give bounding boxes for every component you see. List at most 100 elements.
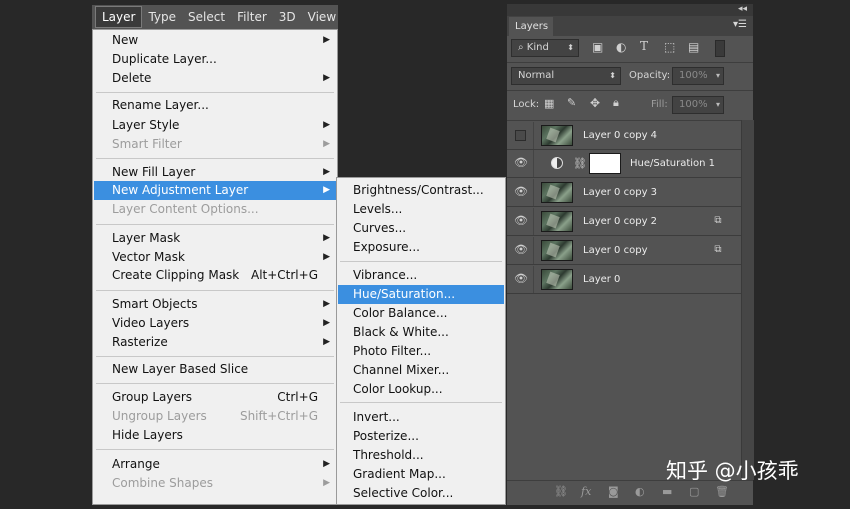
visibility-toggle-off[interactable] bbox=[515, 130, 526, 141]
layer-name[interactable]: Layer 0 copy 2 bbox=[583, 208, 657, 235]
layer-row[interactable]: 👁︎ Layer 0 copy 3 bbox=[507, 179, 741, 207]
layer-row[interactable]: Layer 0 copy 4 bbox=[507, 122, 741, 150]
layer-name[interactable]: Layer 0 copy 3 bbox=[583, 179, 657, 206]
menu-item-threshold[interactable]: Threshold... bbox=[338, 446, 504, 465]
menu-item-curves[interactable]: Curves... bbox=[338, 219, 504, 238]
layer-menu: New ▶ Duplicate Layer... Delete ▶ Rename L… bbox=[92, 29, 338, 505]
smart-object-filter-icon[interactable]: ▤ bbox=[688, 40, 699, 54]
collapse-icon[interactable]: ◂◂ bbox=[738, 4, 747, 14]
fx-icon[interactable]: fx bbox=[581, 485, 591, 498]
menu-item-channel-mixer[interactable]: Channel Mixer... bbox=[338, 361, 504, 380]
menu-item-new-layer-based-slice[interactable]: New Layer Based Slice bbox=[94, 360, 336, 379]
menu-filter[interactable]: Filter bbox=[231, 6, 273, 28]
menu-item-arrange[interactable]: Arrange ▶ bbox=[94, 455, 336, 474]
lock-all-icon[interactable]: 🔒︎ bbox=[613, 96, 619, 110]
menu-item-video-layers[interactable]: Video Layers ▶ bbox=[94, 314, 336, 333]
menu-item-label: Layer Style bbox=[112, 118, 180, 132]
search-icon: ⌕ bbox=[518, 42, 527, 53]
menu-item-new-fill-layer[interactable]: New Fill Layer ▶ bbox=[94, 163, 336, 182]
layer-row[interactable]: 👁︎ ⛓︎ Hue/Saturation 1 bbox=[507, 150, 741, 178]
eye-icon[interactable]: 👁︎ bbox=[513, 272, 529, 286]
layers-scrollbar[interactable] bbox=[741, 120, 754, 480]
lock-pixels-brush-icon[interactable]: ✎ bbox=[567, 96, 576, 109]
eye-icon[interactable]: 👁︎ bbox=[513, 214, 529, 228]
menu-item-color-balance[interactable]: Color Balance... bbox=[338, 304, 504, 323]
adjustment-filter-icon[interactable]: ◐ bbox=[616, 40, 626, 54]
menu-view[interactable]: View bbox=[302, 6, 338, 28]
menu-item-invert[interactable]: Invert... bbox=[338, 408, 504, 427]
menu-item-group-layers[interactable]: Group Layers Ctrl+G bbox=[94, 388, 336, 407]
menu-item-label: Layer Content Options... bbox=[112, 202, 259, 216]
menu-item-photo-filter[interactable]: Photo Filter... bbox=[338, 342, 504, 361]
menu-item-create-clipping-mask[interactable]: Create Clipping Mask Alt+Ctrl+G bbox=[94, 266, 336, 285]
divider bbox=[533, 122, 534, 149]
tab-layers[interactable]: Layers bbox=[509, 17, 553, 36]
menu-item-gradient-map[interactable]: Gradient Map... bbox=[338, 465, 504, 484]
menu-item-new[interactable]: New ▶ bbox=[94, 31, 336, 50]
menu-item-levels[interactable]: Levels... bbox=[338, 200, 504, 219]
menu-item-rename-layer[interactable]: Rename Layer... bbox=[94, 96, 336, 115]
menu-item-duplicate-layer[interactable]: Duplicate Layer... bbox=[94, 50, 336, 69]
smart-object-icon: ⧉ bbox=[714, 215, 722, 226]
filter-kind-value: Kind bbox=[526, 42, 549, 53]
adjustment-layer-icon bbox=[551, 157, 563, 169]
trash-icon[interactable]: 🗑︎ bbox=[715, 485, 729, 498]
lock-transparent-icon[interactable]: ▦ bbox=[544, 97, 554, 110]
new-layer-icon[interactable]: ▢ bbox=[689, 485, 699, 498]
submenu-arrow-icon: ▶ bbox=[323, 185, 330, 195]
layer-thumbnail bbox=[541, 125, 573, 146]
menu-item-label: Arrange bbox=[112, 457, 160, 471]
menu-item-new-adjustment-layer[interactable]: New Adjustment Layer ▶ bbox=[94, 181, 336, 200]
menu-separator bbox=[96, 290, 334, 291]
menu-item-black-white[interactable]: Black & White... bbox=[338, 323, 504, 342]
menu-separator bbox=[340, 402, 502, 403]
menu-3d[interactable]: 3D bbox=[273, 6, 302, 28]
blend-mode-select[interactable]: Normal ⬍ bbox=[511, 67, 621, 85]
layer-row[interactable]: 👁︎ Layer 0 copy 2 ⧉ bbox=[507, 208, 741, 236]
new-adjustment-icon[interactable]: ◐ bbox=[635, 485, 645, 498]
eye-icon[interactable]: 👁︎ bbox=[513, 185, 529, 199]
layer-name[interactable]: Hue/Saturation 1 bbox=[630, 150, 715, 177]
menu-select[interactable]: Select bbox=[182, 6, 231, 28]
opacity-field[interactable]: 100% ▾ bbox=[672, 67, 724, 85]
menu-item-brightness-contrast[interactable]: Brightness/Contrast... bbox=[338, 181, 504, 200]
menu-type[interactable]: Type bbox=[142, 6, 182, 28]
panel-menu-icon[interactable]: ▾☰ bbox=[733, 19, 747, 30]
layer-row[interactable]: 👁︎ Layer 0 bbox=[507, 266, 741, 294]
menu-item-smart-objects[interactable]: Smart Objects ▶ bbox=[94, 295, 336, 314]
filter-kind-select[interactable]: ⌕ Kind ⬍ bbox=[511, 39, 579, 57]
menu-item-label: Rasterize bbox=[112, 335, 168, 349]
pixel-filter-icon[interactable]: ▣ bbox=[592, 40, 603, 54]
menu-layer[interactable]: Layer bbox=[95, 6, 143, 28]
eye-icon[interactable]: 👁︎ bbox=[513, 156, 529, 170]
layer-row[interactable]: 👁︎ Layer 0 copy ⧉ bbox=[507, 237, 741, 265]
menu-item-posterize[interactable]: Posterize... bbox=[338, 427, 504, 446]
menu-item-hue-saturation[interactable]: Hue/Saturation... bbox=[338, 285, 504, 304]
shape-filter-icon[interactable]: ⬚ bbox=[664, 40, 675, 54]
menu-item-hide-layers[interactable]: Hide Layers bbox=[94, 426, 336, 445]
menu-item-exposure[interactable]: Exposure... bbox=[338, 238, 504, 257]
menu-item-vibrance[interactable]: Vibrance... bbox=[338, 266, 504, 285]
fill-field[interactable]: 100% ▾ bbox=[672, 96, 724, 114]
divider bbox=[507, 62, 753, 63]
menu-item-rasterize[interactable]: Rasterize ▶ bbox=[94, 333, 336, 352]
type-filter-icon[interactable]: T bbox=[640, 39, 648, 53]
menu-item-layer-style[interactable]: Layer Style ▶ bbox=[94, 116, 336, 135]
submenu-arrow-icon: ▶ bbox=[323, 233, 330, 243]
new-group-folder-icon[interactable]: ▬ bbox=[662, 485, 672, 498]
menu-item-layer-mask[interactable]: Layer Mask ▶ bbox=[94, 229, 336, 248]
layer-name[interactable]: Layer 0 bbox=[583, 266, 620, 293]
link-chain-icon[interactable]: ⛓︎ bbox=[573, 157, 587, 170]
menu-item-vector-mask[interactable]: Vector Mask ▶ bbox=[94, 248, 336, 267]
eye-icon[interactable]: 👁︎ bbox=[513, 243, 529, 257]
layer-name[interactable]: Layer 0 copy 4 bbox=[583, 122, 657, 149]
lock-position-icon[interactable]: ✥ bbox=[590, 96, 600, 110]
menu-item-selective-color[interactable]: Selective Color... bbox=[338, 484, 504, 503]
add-mask-icon[interactable]: ◙ bbox=[608, 485, 619, 498]
layer-name[interactable]: Layer 0 copy bbox=[583, 237, 647, 264]
filter-toggle[interactable] bbox=[715, 40, 725, 57]
menu-item-color-lookup[interactable]: Color Lookup... bbox=[338, 380, 504, 399]
link-layers-icon[interactable]: ⛓︎ bbox=[554, 485, 568, 498]
menu-item-delete[interactable]: Delete ▶ bbox=[94, 69, 336, 88]
layer-mask-thumbnail[interactable] bbox=[589, 153, 621, 174]
